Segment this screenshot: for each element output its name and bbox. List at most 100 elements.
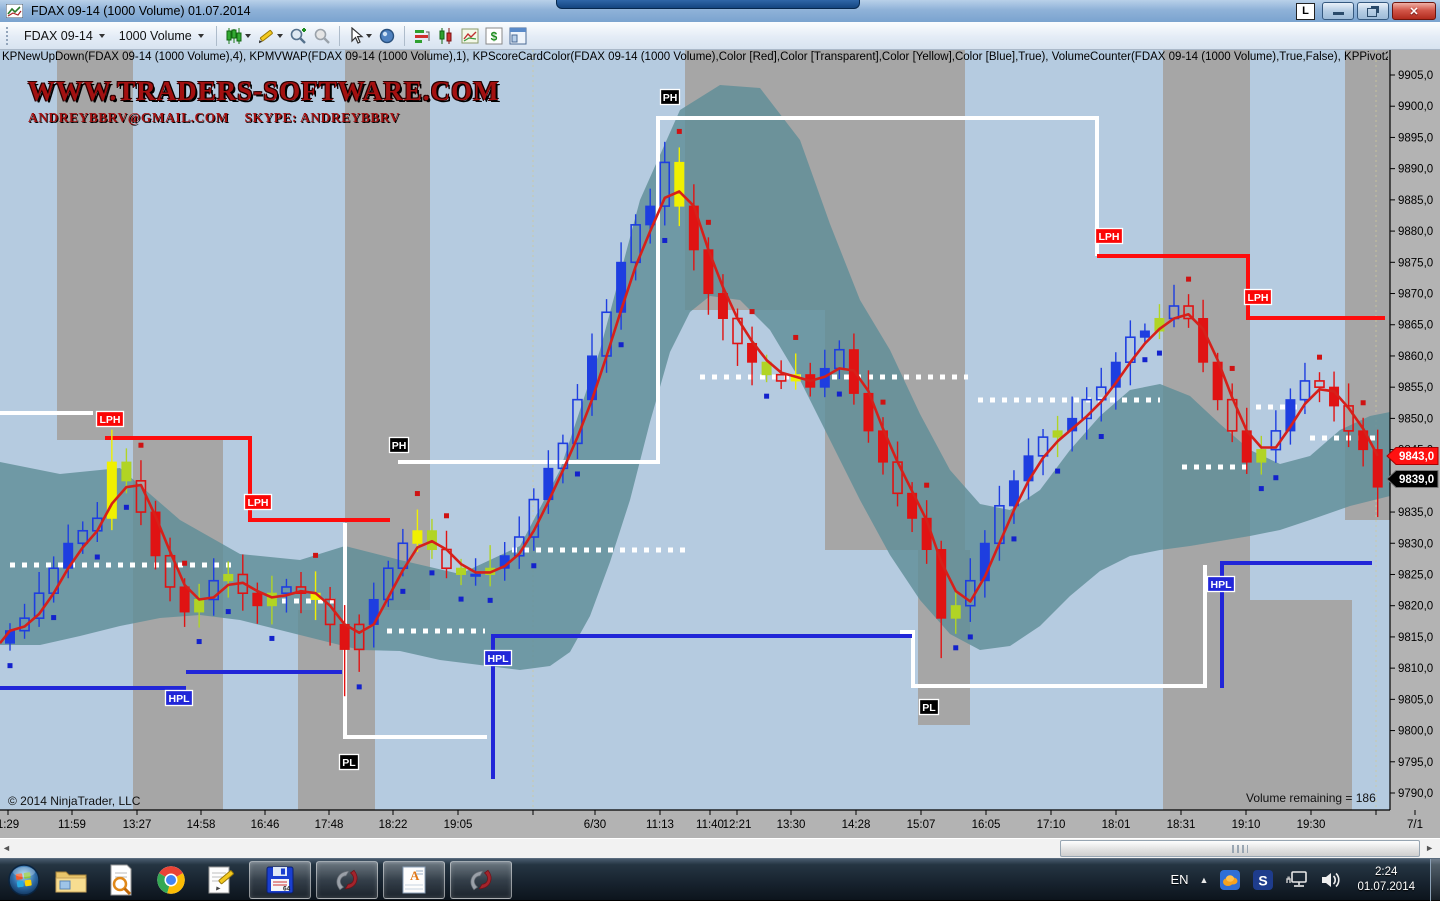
svg-text:9790,0: 9790,0 [1398, 788, 1433, 800]
svg-text:9795,0: 9795,0 [1398, 757, 1433, 769]
svg-text:9810,0: 9810,0 [1398, 663, 1433, 675]
watermark-contact: ANDREYBBRV@GMAIL.COM SKYPE: ANDREYBBRV [28, 110, 500, 126]
svg-text:9880,0: 9880,0 [1398, 226, 1433, 238]
explorer-folder-icon [54, 866, 88, 894]
svg-text:6/30: 6/30 [584, 819, 606, 831]
toolbar-separator [339, 26, 340, 46]
svg-text:17:48: 17:48 [315, 819, 344, 831]
svg-text:7/1: 7/1 [1407, 819, 1423, 831]
svg-text:S: S [1259, 872, 1268, 888]
scroll-right-icon[interactable]: ► [1425, 843, 1434, 853]
chart-style-button[interactable] [222, 24, 254, 48]
svg-text:A: A [410, 868, 420, 883]
zoom-in-button[interactable] [286, 24, 310, 48]
cursor-icon [348, 27, 364, 45]
ninjatrader-icon [466, 865, 496, 895]
floppy-disk-icon: 64 [265, 865, 295, 895]
close-button[interactable]: ✕ [1392, 2, 1436, 20]
copyright-text: © 2014 NinjaTrader, LLC [8, 794, 140, 808]
data-box-icon [378, 27, 396, 45]
chart-hscrollbar[interactable]: ◄ ► [0, 838, 1440, 858]
restore-button[interactable] [1357, 2, 1389, 20]
window-title: FDAX 09-14 (1000 Volume) 01.07.2014 [31, 4, 251, 18]
volume-tray-icon[interactable] [1320, 870, 1342, 890]
svg-text:9800,0: 9800,0 [1398, 726, 1433, 738]
svg-text:9855,0: 9855,0 [1398, 382, 1433, 394]
clock[interactable]: 2:24 01.07.2014 [1357, 865, 1415, 895]
svg-text:1:29: 1:29 [0, 819, 19, 831]
candles-type-icon [437, 27, 455, 45]
link-button[interactable]: L [1296, 3, 1315, 20]
windows-start-icon [7, 863, 41, 897]
scrollbar-thumb[interactable] [1060, 840, 1420, 857]
instrument-selector[interactable]: FDAX 09-14 [17, 26, 112, 46]
taskbar-app-backup64[interactable]: 64 [249, 861, 311, 899]
scroll-left-icon[interactable]: ◄ [2, 843, 11, 853]
svg-text:18:31: 18:31 [1167, 819, 1196, 831]
notepad-pencil-icon [206, 865, 236, 895]
data-box-button[interactable] [375, 24, 399, 48]
taskbar-item-chrome[interactable] [146, 860, 196, 900]
svg-text:9843,0: 9843,0 [1399, 451, 1434, 463]
svg-text:9850,0: 9850,0 [1398, 413, 1433, 425]
svg-text:11:40: 11:40 [696, 819, 724, 831]
svg-text:16:46: 16:46 [251, 819, 280, 831]
interval-selector[interactable]: 1000 Volume [112, 26, 211, 46]
svg-text:9830,0: 9830,0 [1398, 538, 1433, 550]
chevron-down-icon [245, 34, 251, 38]
svg-text:9815,0: 9815,0 [1398, 632, 1433, 644]
chart-toolbar: FDAX 09-14 1000 Volume [0, 22, 1440, 50]
start-button[interactable] [2, 860, 46, 900]
svg-text:LPH: LPH [100, 414, 121, 426]
hidden-icons-arrow-icon[interactable]: ▲ [1200, 875, 1209, 885]
svg-text:14:28: 14:28 [842, 819, 871, 831]
watermark: WWW.TRADERS-SOFTWARE.COM ANDREYBBRV@GMAI… [28, 76, 500, 126]
svg-text:9900,0: 9900,0 [1398, 101, 1433, 113]
svg-text:19:30: 19:30 [1297, 819, 1326, 831]
taskbar-app-ninjatrader[interactable] [316, 861, 378, 899]
svg-text:9805,0: 9805,0 [1398, 694, 1433, 706]
chart-canvas[interactable]: PHPHPLPLLPHLPHLPHLPHHPLHPLHPL9905,09900,… [0, 50, 1440, 838]
watermark-site: WWW.TRADERS-SOFTWARE.COM [28, 76, 500, 107]
language-indicator[interactable]: EN [1170, 872, 1188, 887]
cursor-button[interactable] [345, 24, 375, 48]
bars-type-button[interactable] [410, 24, 434, 48]
svg-text:19:10: 19:10 [1232, 819, 1261, 831]
show-desktop-button[interactable] [1430, 859, 1440, 901]
svg-text:15:07: 15:07 [907, 819, 936, 831]
search-document-icon [107, 864, 135, 896]
chart-panel-button[interactable] [506, 24, 530, 48]
chart-mini-icon [461, 27, 479, 45]
close-icon: ✕ [1409, 5, 1418, 18]
pencil-icon [257, 27, 275, 45]
taskbar-item-notepad[interactable] [196, 860, 246, 900]
svg-text:9870,0: 9870,0 [1398, 289, 1433, 301]
document-a-icon: A [400, 865, 428, 895]
svg-text:17:10: 17:10 [1037, 819, 1066, 831]
ninjatrader-icon [332, 865, 362, 895]
candles-type-button[interactable] [434, 24, 458, 48]
svg-text:LPH: LPH [1248, 292, 1269, 304]
taskbar-app-editor[interactable]: A [383, 861, 445, 899]
hidden-window-tab[interactable] [556, 0, 860, 9]
skype-tray-icon[interactable]: S [1252, 869, 1274, 891]
svg-text:HPL: HPL [488, 653, 510, 665]
svg-text:64: 64 [283, 885, 291, 892]
instrument-label: FDAX 09-14 [24, 29, 93, 43]
svg-text:PL: PL [342, 757, 356, 769]
taskbar-item-search[interactable] [96, 860, 146, 900]
toolbar-separator [216, 26, 217, 46]
zoom-out-button[interactable] [310, 24, 334, 48]
minimize-button[interactable] [1322, 2, 1354, 20]
network-tray-icon[interactable] [1285, 870, 1309, 890]
taskbar-item-explorer[interactable] [46, 860, 96, 900]
zoom-in-icon [289, 27, 307, 45]
chart-mini-button[interactable] [458, 24, 482, 48]
cloud-app-tray-icon[interactable] [1219, 869, 1241, 891]
taskbar-app-ninjatrader-2[interactable] [450, 861, 512, 899]
svg-text:18:22: 18:22 [379, 819, 408, 831]
drawing-tools-button[interactable] [254, 24, 286, 48]
restore-icon [1367, 8, 1377, 17]
toolbar-grip[interactable] [6, 27, 11, 45]
account-dollar-button[interactable]: $ [482, 24, 506, 48]
